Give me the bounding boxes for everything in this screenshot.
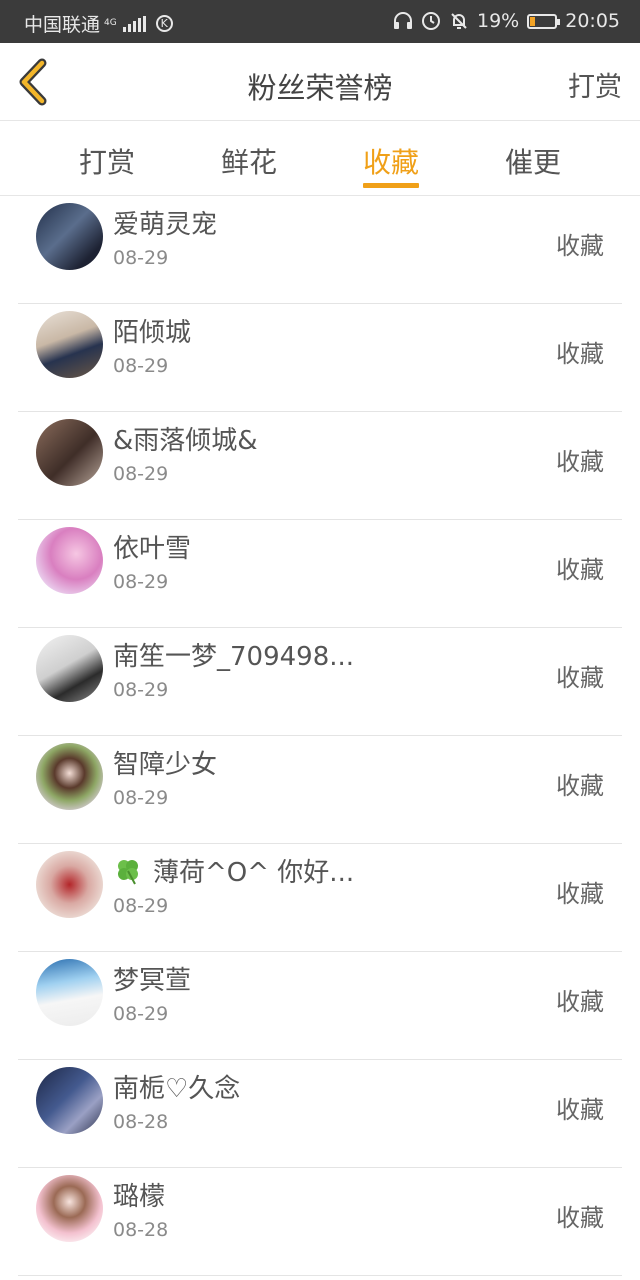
- tab-collect[interactable]: 收藏: [341, 141, 441, 181]
- avatar[interactable]: [36, 1175, 103, 1242]
- fan-date: 08-29: [113, 787, 169, 809]
- fan-name: 南笙一梦_709498...: [113, 642, 355, 672]
- status-bar: 中国联通 4G K 19% 20:05: [0, 0, 640, 43]
- battery-percent: 19%: [477, 10, 520, 32]
- list-item[interactable]: 智障少女 08-29 收藏: [18, 736, 622, 844]
- page-title: 粉丝荣誉榜: [247, 71, 393, 105]
- fan-name-text: 薄荷^O^ 你好...: [153, 858, 355, 888]
- fan-date: 08-29: [113, 355, 169, 377]
- list-item[interactable]: 薄荷^O^ 你好... 08-29 收藏: [18, 844, 622, 952]
- fan-date: 08-29: [113, 463, 169, 485]
- avatar[interactable]: [36, 743, 103, 810]
- fan-date: 08-29: [113, 571, 169, 593]
- fan-name: &雨落倾城&: [113, 426, 258, 456]
- fan-action-label: 收藏: [556, 1096, 604, 1124]
- fan-action-label: 收藏: [556, 340, 604, 368]
- fan-action-label: 收藏: [556, 664, 604, 692]
- list-item[interactable]: 南笙一梦_709498... 08-29 收藏: [18, 628, 622, 736]
- fan-date: 08-28: [113, 1219, 169, 1241]
- reward-button[interactable]: 打赏: [568, 65, 622, 104]
- avatar[interactable]: [36, 311, 103, 378]
- fan-action-label: 收藏: [556, 232, 604, 260]
- fan-action-label: 收藏: [556, 772, 604, 800]
- fan-action-label: 收藏: [556, 448, 604, 476]
- active-tab-indicator: [363, 183, 419, 188]
- list-item[interactable]: 梦冥萱 08-29 收藏: [18, 952, 622, 1060]
- tab-reward[interactable]: 打赏: [57, 141, 157, 181]
- fan-date: 08-29: [113, 679, 169, 701]
- fan-action-label: 收藏: [556, 1204, 604, 1232]
- fan-action-label: 收藏: [556, 988, 604, 1016]
- fan-name: 依叶雪: [113, 534, 192, 564]
- k-badge-icon: K: [155, 15, 173, 32]
- fan-name: 南栀♡久念: [113, 1074, 241, 1104]
- avatar[interactable]: [36, 635, 103, 702]
- list-item[interactable]: 南栀♡久念 08-28 收藏: [18, 1060, 622, 1168]
- fan-name: 爱萌灵宠: [113, 210, 218, 240]
- avatar[interactable]: [36, 1067, 103, 1134]
- fan-ranking-list: 爱萌灵宠 08-29 收藏 陌倾城 08-29 收藏 &雨落倾城& 08-29 …: [18, 196, 622, 1276]
- avatar[interactable]: [36, 203, 103, 270]
- list-item[interactable]: 璐檬 08-28 收藏: [18, 1168, 622, 1276]
- avatar[interactable]: [36, 959, 103, 1026]
- clover-icon: [118, 859, 138, 884]
- clock: 20:05: [565, 10, 620, 32]
- tab-urge[interactable]: 催更: [483, 141, 583, 181]
- headset-icon: [394, 12, 412, 29]
- fan-date: 08-29: [113, 1003, 169, 1025]
- tab-bar: 打赏 鲜花 收藏 催更: [0, 121, 640, 196]
- avatar[interactable]: [36, 851, 103, 918]
- list-item[interactable]: 依叶雪 08-29 收藏: [18, 520, 622, 628]
- fan-name: 智障少女: [113, 750, 218, 780]
- fan-name: 陌倾城: [113, 318, 192, 348]
- fan-action-label: 收藏: [556, 556, 604, 584]
- signal-icon: [122, 15, 146, 32]
- avatar[interactable]: [36, 527, 103, 594]
- battery-icon: [527, 13, 561, 29]
- list-item[interactable]: 陌倾城 08-29 收藏: [18, 304, 622, 412]
- fan-name: 梦冥萱: [113, 966, 192, 996]
- fan-date: 08-29: [113, 247, 169, 269]
- alarm-icon: [422, 12, 440, 30]
- list-item[interactable]: &雨落倾城& 08-29 收藏: [18, 412, 622, 520]
- network-type: 4G: [104, 18, 117, 28]
- mute-bell-icon: [451, 13, 467, 29]
- app-header: 粉丝荣誉榜 打赏: [0, 43, 640, 121]
- tab-flowers[interactable]: 鲜花: [199, 141, 299, 181]
- avatar[interactable]: [36, 419, 103, 486]
- fan-date: 08-28: [113, 1111, 169, 1133]
- fan-action-label: 收藏: [556, 880, 604, 908]
- fan-name: 薄荷^O^ 你好...: [113, 852, 354, 889]
- fan-date: 08-29: [113, 895, 169, 917]
- list-item[interactable]: 爱萌灵宠 08-29 收藏: [18, 196, 622, 304]
- carrier-name: 中国联通: [24, 14, 101, 36]
- fan-name: 璐檬: [113, 1182, 166, 1212]
